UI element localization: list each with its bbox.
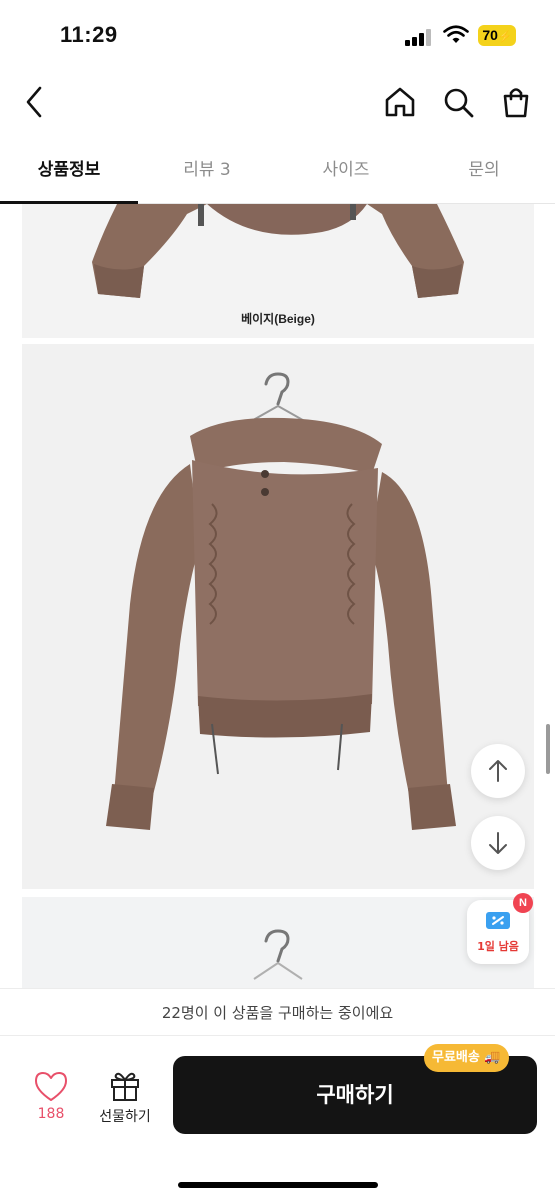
tab-size[interactable]: 사이즈	[277, 142, 415, 202]
battery-level: 70	[482, 27, 498, 43]
scrollbar[interactable]	[546, 724, 550, 774]
jacket-photo-partial	[92, 204, 464, 298]
truck-icon: 🚚	[484, 1050, 501, 1065]
signal-icon	[405, 28, 435, 46]
product-tabs: 상품정보 리뷰 3 사이즈 문의	[0, 142, 555, 204]
search-icon[interactable]	[438, 82, 478, 122]
tab-inquiry[interactable]: 문의	[415, 142, 553, 202]
free-shipping-badge: 무료배송 🚚	[424, 1044, 509, 1072]
home-indicator	[178, 1182, 378, 1188]
like-button[interactable]: 188	[22, 1070, 80, 1130]
tab-reviews[interactable]: 리뷰 3	[138, 142, 276, 202]
arrow-down-icon	[489, 832, 507, 854]
status-time: 11:29	[60, 22, 118, 47]
product-image-beige-top: 베이지(Beige)	[22, 204, 534, 338]
home-icon[interactable]	[380, 82, 420, 122]
bottom-action-bar: 188 선물하기 구매하기 무료배송 🚚	[0, 1036, 555, 1200]
scroll-bottom-button[interactable]	[471, 816, 525, 870]
coupon-label: 1일 남음	[477, 940, 519, 953]
gift-button[interactable]: 선물하기	[90, 1068, 160, 1130]
hanger-photo-partial	[253, 929, 303, 980]
product-detail-images: 베이지(Beige)	[0, 204, 555, 988]
gift-label: 선물하기	[99, 1109, 151, 1125]
color-caption: 베이지(Beige)	[241, 312, 315, 326]
gift-icon	[111, 1072, 139, 1101]
product-image-next	[22, 897, 534, 988]
back-icon[interactable]	[16, 82, 56, 122]
shopping-bag-icon[interactable]	[496, 82, 536, 122]
tab-product-info[interactable]: 상품정보	[0, 142, 138, 204]
top-navigation	[0, 70, 555, 136]
free-shipping-label: 무료배송	[432, 1050, 480, 1065]
arrow-up-icon	[489, 760, 507, 782]
heart-icon	[35, 1072, 67, 1101]
product-image-beige-full	[22, 344, 534, 889]
status-bar: 11:29 70⚡	[0, 0, 555, 70]
battery-indicator: 70⚡	[478, 25, 516, 46]
scroll-top-button[interactable]	[471, 744, 525, 798]
new-badge: N	[513, 893, 533, 913]
jacket-photo	[106, 372, 456, 830]
like-count: 188	[37, 1106, 65, 1122]
charging-icon: ⚡	[497, 31, 512, 43]
purchase-activity-notice: 22명이 이 상품을 구매하는 중이에요	[0, 988, 555, 1036]
wifi-icon	[443, 25, 469, 43]
